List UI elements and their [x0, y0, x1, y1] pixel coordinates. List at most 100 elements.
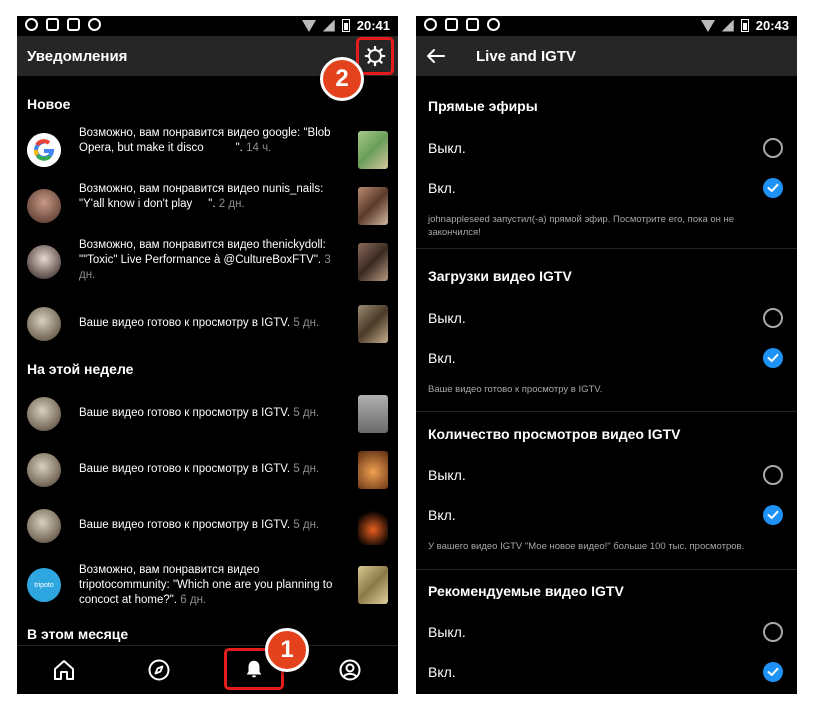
group-title-live: Прямые эфиры [428, 98, 538, 114]
tv-icon [67, 18, 80, 31]
group-title-igtv-recommended: Рекомендуемые видео IGTV [428, 583, 624, 599]
check-icon [767, 667, 779, 676]
status-time: 20:43 [755, 18, 789, 33]
radio-on-selected[interactable] [763, 178, 783, 198]
wifi-icon [700, 19, 715, 32]
home-icon [54, 660, 74, 680]
option-off-label[interactable]: Выкл. [428, 624, 466, 640]
divider [416, 248, 797, 249]
section-title-this-month: В этом месяце [27, 626, 129, 642]
tab-profile[interactable] [326, 646, 374, 694]
radio-off[interactable] [763, 622, 783, 642]
check-icon [767, 353, 779, 362]
notification-item[interactable]: Возможно, вам понравится видео thenickyd… [27, 238, 388, 286]
group-description: У вашего видео IGTV "Мое новое видео!" б… [428, 541, 745, 552]
video-thumbnail[interactable] [358, 243, 388, 281]
battery-icon [740, 19, 749, 32]
battery-icon [341, 19, 350, 32]
app-bar: Live and IGTV [416, 36, 797, 76]
section-title-new: Новое [27, 96, 71, 112]
signal-icon [721, 19, 734, 32]
radio-on-selected[interactable] [763, 348, 783, 368]
option-on-label[interactable]: Вкл. [428, 507, 456, 523]
tv-icon [46, 18, 59, 31]
status-time: 20:41 [356, 18, 390, 33]
explore-icon [148, 659, 170, 681]
notification-time: 14 ч. [246, 142, 272, 154]
user-avatar [27, 189, 61, 223]
page-title: Уведомления [27, 48, 128, 65]
wifi-icon [301, 19, 316, 32]
step-badge-1: 1 [265, 628, 309, 672]
tripoto-logo-text: tripoto [34, 581, 54, 589]
notification-time: 6 дн. [180, 594, 207, 606]
notification-text: Возможно, вам понравится видео nunis_nai… [79, 183, 324, 210]
radio-off[interactable] [763, 308, 783, 328]
shazam-icon [487, 18, 500, 31]
notification-time: 5 дн. [293, 519, 320, 531]
radio-on-selected[interactable] [763, 505, 783, 525]
user-avatar [27, 245, 61, 279]
tv-icon [445, 18, 458, 31]
step-badge-2: 2 [320, 57, 364, 101]
opera-icon [25, 18, 38, 31]
notification-item[interactable]: Ваше видео готово к просмотру в IGTV. 5 … [27, 446, 388, 494]
shazam-icon [88, 18, 101, 31]
notifications-screen: 20:41 Уведомления Новое Возможно, вам по… [17, 16, 398, 694]
group-title-igtv-views: Количество просмотров видео IGTV [428, 426, 681, 442]
video-thumbnail[interactable] [358, 305, 388, 343]
option-on-label[interactable]: Вкл. [428, 664, 456, 680]
status-bar: 20:41 [17, 16, 398, 36]
video-thumbnail[interactable] [358, 187, 388, 225]
option-on-label[interactable]: Вкл. [428, 350, 456, 366]
check-icon [767, 183, 779, 192]
notification-item[interactable]: Возможно, вам понравится видео google: "… [27, 126, 388, 174]
notification-time: 2 дн. [218, 198, 245, 210]
video-thumbnail[interactable] [358, 131, 388, 169]
profile-icon [339, 659, 361, 681]
option-off-label[interactable]: Выкл. [428, 467, 466, 483]
notification-text: Ваше видео готово к просмотру в IGTV. [79, 519, 291, 531]
page-title: Live and IGTV [476, 48, 577, 65]
tab-explore[interactable] [135, 646, 183, 694]
radio-off[interactable] [763, 465, 783, 485]
notification-item[interactable]: Ваше видео готово к просмотру в IGTV. 5 … [27, 502, 388, 550]
tab-home[interactable] [40, 646, 88, 694]
option-on-label[interactable]: Вкл. [428, 180, 456, 196]
notification-time: 5 дн. [293, 463, 320, 475]
notification-time: 5 дн. [293, 407, 320, 419]
video-thumbnail[interactable] [358, 507, 388, 545]
section-title-this-week: На этой неделе [27, 361, 134, 377]
tv-icon [466, 18, 479, 31]
video-thumbnail[interactable] [358, 451, 388, 489]
live-igtv-settings-screen: 20:43 Live and IGTV Прямые эфиры Выкл. В… [416, 16, 797, 694]
notification-item[interactable]: tripoto Возможно, вам понравится видео t… [27, 561, 388, 609]
option-off-label[interactable]: Выкл. [428, 310, 466, 326]
video-thumbnail[interactable] [358, 566, 388, 604]
radio-off[interactable] [763, 138, 783, 158]
back-arrow-icon[interactable] [424, 44, 448, 68]
user-avatar [27, 307, 61, 341]
opera-icon [424, 18, 437, 31]
notification-text: Ваше видео готово к просмотру в IGTV. [79, 407, 291, 419]
user-avatar [27, 397, 61, 431]
notification-item[interactable]: Ваше видео готово к просмотру в IGTV. 5 … [27, 390, 388, 438]
google-logo-icon [27, 133, 61, 167]
notification-item[interactable]: Ваше видео готово к просмотру в IGTV. 5 … [27, 300, 388, 348]
group-title-igtv-uploads: Загрузки видео IGTV [428, 268, 572, 284]
divider [416, 569, 797, 570]
radio-on-selected[interactable] [763, 662, 783, 682]
notification-item[interactable]: Возможно, вам понравится видео nunis_nai… [27, 182, 388, 230]
divider [416, 411, 797, 412]
status-bar: 20:43 [416, 16, 797, 36]
notification-text: Возможно, вам понравится видео thenickyd… [79, 239, 326, 266]
notification-text: Возможно, вам понравится видео google: "… [79, 127, 331, 154]
notification-text: Ваше видео готово к просмотру в IGTV. [79, 463, 291, 475]
video-thumbnail[interactable] [358, 395, 388, 433]
tripoto-avatar: tripoto [27, 568, 61, 602]
group-description: Ваше видео готово к просмотру в IGTV. [428, 384, 603, 395]
notification-time: 5 дн. [293, 317, 320, 329]
bottom-tab-bar [17, 645, 398, 694]
check-icon [767, 510, 779, 519]
option-off-label[interactable]: Выкл. [428, 140, 466, 156]
